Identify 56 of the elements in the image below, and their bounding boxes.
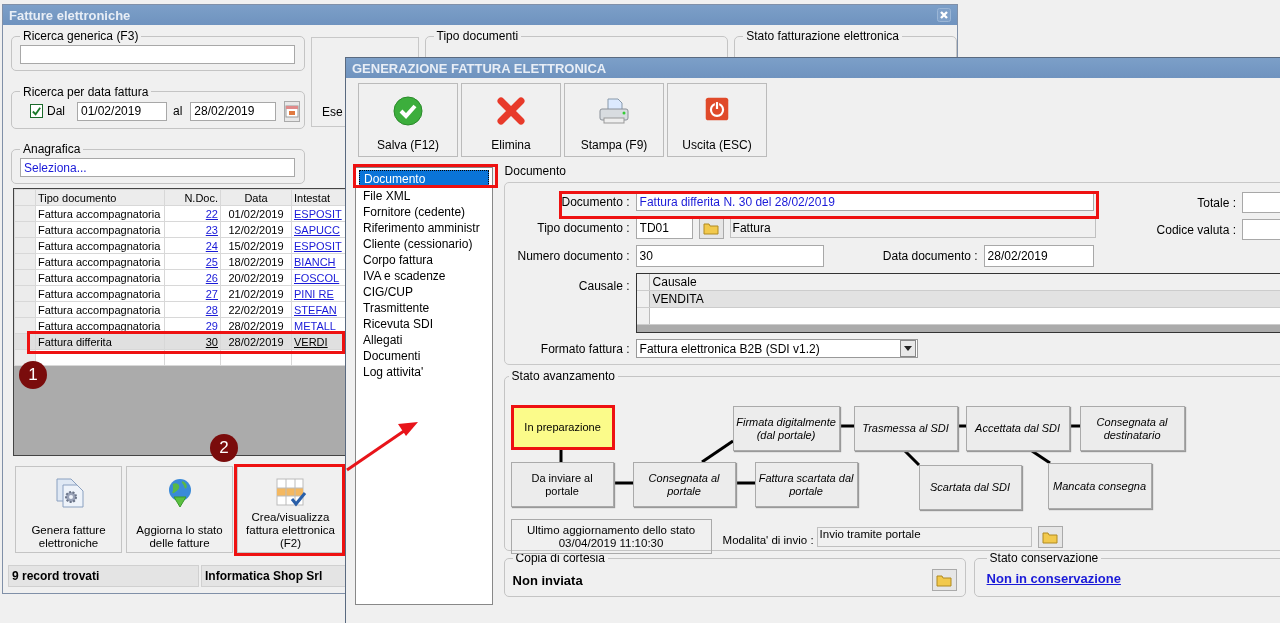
field-label: al (173, 104, 183, 118)
status-node: Da inviare al portale (510, 462, 614, 507)
section-title: Documento (503, 164, 567, 178)
window-title: Fatture elettroniche (9, 7, 131, 23)
status-node: Fattura scartata dal portale (754, 462, 858, 507)
group-label: Stato fatturazione elettronica (745, 29, 900, 43)
table-cell: Fattura accompagnatoria (38, 303, 161, 316)
group-label: Anagrafica (22, 142, 82, 156)
group-label: Stato avanzamento (510, 369, 616, 383)
table-cell: Fattura accompagnatoria (38, 287, 161, 300)
table-cell: Fattura differita (38, 335, 112, 348)
table-cell: 20/02/2019 (228, 271, 284, 284)
send-mode-field: Invio tramite portale (816, 527, 1032, 547)
field-label: Formato fattura : (539, 341, 630, 356)
field-label: Tipo documento : (536, 221, 630, 235)
table-cell: 12/02/2019 (228, 223, 284, 236)
table-cell: 01/02/2019 (228, 207, 284, 220)
group-label: Ricerca per data fattura (22, 84, 150, 99)
table-cell: Fattura accompagnatoria (38, 255, 161, 268)
table-cell: 28/02/2019 (228, 335, 284, 348)
status-text: 9 record trovati (8, 565, 199, 587)
status-node: Firmata digitalmente (dal portale) (732, 406, 840, 451)
table-cell: Fattura accompagnatoria (38, 239, 161, 252)
group-label: Stato conservazione (988, 551, 1100, 565)
window-title: GENERAZIONE FATTURA ELETTRONICA (352, 60, 607, 76)
status-node: Mancata consegna (1047, 463, 1152, 509)
status-node: Trasmessa al SDI (853, 406, 958, 451)
group-label: Tipo documenti (435, 29, 520, 43)
field-label: Causale : (577, 279, 630, 293)
courtesy-status: Non inviata (512, 572, 583, 588)
field-label: Totale : (1196, 195, 1236, 210)
status-node: Scartata dal SDI (918, 465, 1022, 510)
table-cell: 18/02/2019 (228, 255, 284, 268)
field-label: Codice valuta : (1155, 222, 1236, 237)
last-update-label: Ultimo aggiornamento dello stato (527, 523, 696, 537)
status-node: Accettata dal SDI (965, 406, 1070, 451)
table-cell: Fattura accompagnatoria (38, 319, 161, 332)
column-header: Causale (649, 274, 1280, 290)
table-cell: Fattura accompagnatoria (38, 271, 161, 284)
table-cell: 22/02/2019 (228, 303, 284, 316)
type-description-field: Fattura (729, 218, 1096, 238)
table-cell: Fattura accompagnatoria (38, 207, 161, 220)
status-node: In preparazione (510, 405, 615, 450)
field-label: Documento : (560, 194, 630, 209)
status-node: Consegnata al portale (632, 462, 736, 507)
checkbox-label: Dal (47, 104, 65, 118)
table-cell: Fattura accompagnatoria (38, 223, 161, 236)
status-node: Consegnata al destinatario (1079, 406, 1185, 451)
table-cell: 15/02/2019 (228, 239, 284, 252)
last-update-time: 03/04/2019 11:10:30 (558, 536, 664, 550)
table-cell: 28/02/2019 (228, 319, 284, 332)
group-label: Ricerca generica (F3) (22, 29, 140, 43)
field-label: Data documento : (881, 249, 978, 263)
field-label: Numero documento : (516, 249, 630, 263)
table-cell: 21/02/2019 (228, 287, 284, 300)
field-label: Modalita' di invio : (722, 534, 814, 546)
